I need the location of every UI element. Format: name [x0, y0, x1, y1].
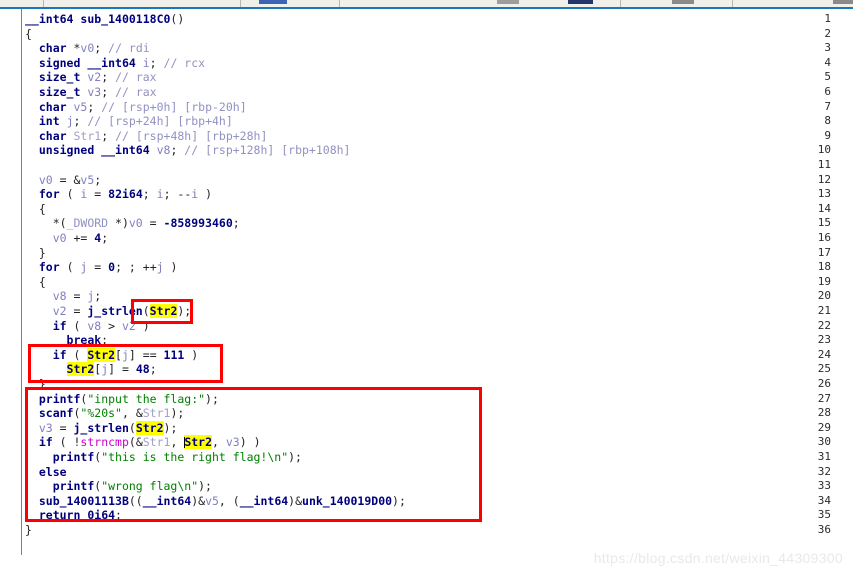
code-line-12[interactable]: v0 = &v5; — [25, 173, 101, 188]
code-line-16[interactable]: v0 += 4; — [25, 231, 108, 246]
code-line-6[interactable]: size_t v3; // rax — [25, 85, 157, 100]
code-line-27[interactable]: printf("input the flag:"); — [25, 392, 219, 407]
code-line-24[interactable]: if ( Str2[j] == 111 ) — [25, 347, 198, 363]
decompiler-code-view[interactable]: 1 2 3 4 5 6 7 8 9 10 11 12 13 14 15 16 17 18 19 20 21 22 23 24 2… — [0, 9, 853, 584]
code-line-21[interactable]: v2 = j_strlen(Str2); — [25, 304, 191, 319]
code-line-36[interactable]: } — [25, 523, 32, 538]
code-line-28[interactable]: scanf("%20s", &Str1); — [25, 406, 184, 421]
highlighted-token: Str2 — [87, 347, 116, 362]
code-line-1[interactable]: __int64 sub_1400118C0() — [25, 12, 184, 27]
gutter-divider — [21, 9, 22, 555]
highlighted-token: Str2 — [135, 420, 164, 435]
code-line-34[interactable]: sub_14001113B((__int64)&v5, (__int64)&un… — [25, 494, 406, 509]
toolbar-button-gray-1[interactable] — [497, 0, 519, 4]
code-line-17[interactable]: } — [25, 246, 46, 261]
code-line-14[interactable]: { — [25, 202, 46, 217]
code-line-5[interactable]: size_t v2; // rax — [25, 70, 157, 85]
code-line-26[interactable]: } — [25, 377, 46, 392]
toolbar-strip — [0, 0, 853, 9]
highlighted-token: Str2 — [149, 304, 178, 318]
toolbar-button-navy-1[interactable] — [568, 0, 593, 4]
code-line-15[interactable]: *(_DWORD *)v0 = -858993460; — [25, 216, 240, 231]
line-number-gutter — [0, 9, 21, 584]
toolbar-button-gray-2[interactable] — [672, 0, 694, 4]
code-line-23[interactable]: break; — [25, 333, 109, 348]
code-line-22[interactable]: if ( v8 > v2 ) — [25, 319, 150, 334]
code-line-18[interactable]: for ( j = 0; ; ++j ) — [25, 260, 178, 275]
code-line-3[interactable]: char *v0; // rdi — [25, 41, 150, 56]
code-line-4[interactable]: signed __int64 i; // rcx — [25, 56, 205, 71]
code-line-10[interactable]: unsigned __int64 v8; // [rsp+128h] [rbp+… — [25, 143, 351, 158]
code-line-8[interactable]: int j; // [rsp+24h] [rbp+4h] — [25, 114, 233, 129]
code-line-7[interactable]: char v5; // [rsp+0h] [rbp-20h] — [25, 100, 247, 115]
code-line-25[interactable]: Str2[j] = 48; — [25, 362, 157, 377]
code-line-33[interactable]: printf("wrong flag\n"); — [25, 479, 212, 494]
code-line-13[interactable]: for ( i = 82i64; i; --i ) — [25, 187, 212, 202]
code-line-2[interactable]: { — [25, 27, 32, 42]
code-line-29[interactable]: v3 = j_strlen(Str2); — [25, 420, 177, 436]
code-line-20[interactable]: v8 = j; — [25, 289, 102, 304]
toolbar-group-1 — [44, 0, 241, 7]
watermark: https://blog.csdn.net/weixin_44309300 — [593, 550, 843, 566]
text-caret — [184, 437, 186, 449]
code-line-31[interactable]: printf("this is the right flag!\n"); — [25, 450, 302, 465]
highlighted-token: Str2 — [184, 435, 213, 450]
code-line-11[interactable] — [25, 158, 32, 173]
toolbar-button-gray-3[interactable] — [833, 0, 853, 4]
highlighted-token: Str2 — [66, 362, 95, 377]
code-line-32[interactable]: else — [25, 465, 67, 480]
toolbar-group-2 — [241, 0, 340, 7]
code-line-35[interactable]: return 0i64; — [25, 508, 122, 523]
code-line-9[interactable]: char Str1; // [rsp+48h] [rbp+28h] — [25, 129, 268, 144]
toolbar-group-left — [0, 0, 44, 7]
code-text-area[interactable]: __int64 sub_1400118C0() { char *v0; // r… — [25, 9, 853, 584]
code-line-30[interactable]: if ( !strncmp(&Str1, Str2, v3) ) — [25, 435, 261, 450]
toolbar-button-blue-1[interactable] — [259, 0, 287, 4]
code-line-19[interactable]: { — [25, 275, 46, 290]
